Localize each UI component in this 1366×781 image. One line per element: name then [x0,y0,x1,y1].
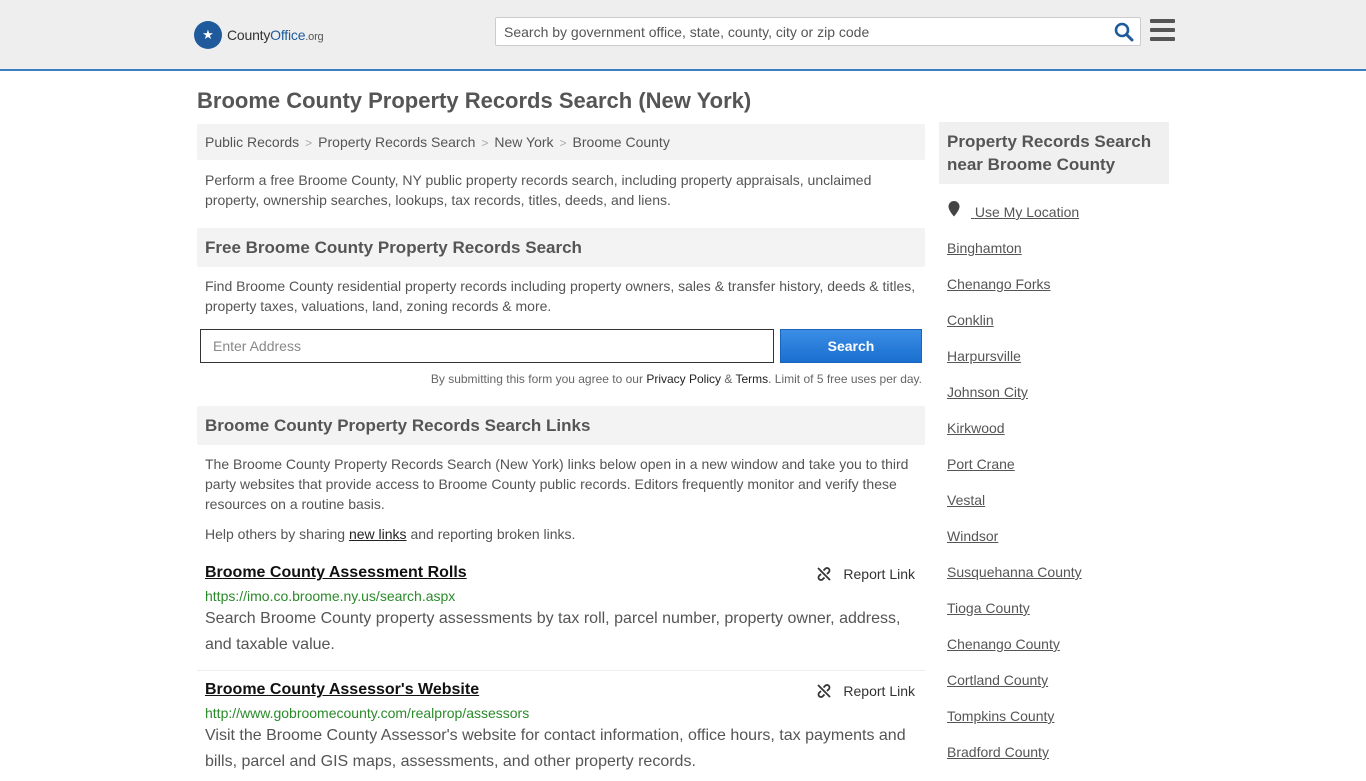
share-suffix: and reporting broken links. [406,526,576,542]
report-link-button[interactable]: Report Link [816,683,915,699]
list-item: Broome County Assessor's Website http://… [197,681,925,781]
link-title[interactable]: Broome County Assessment Rolls [205,564,467,581]
logo-wordmark: CountyOffice.org [227,27,324,43]
sidebar-item-vestal[interactable]: Vestal [947,488,1169,524]
hamburger-menu-icon[interactable] [1150,19,1175,41]
free-search-description: Find Broome County residential property … [205,278,916,314]
terms-suffix: . Limit of 5 free uses per day. [768,372,922,386]
breadcrumb-property-records-search[interactable]: Property Records Search [318,134,475,150]
sidebar-item-tompkins-county[interactable]: Tompkins County [947,704,1169,740]
breadcrumb-public-records[interactable]: Public Records [205,134,299,150]
link-url: http://www.gobroomecounty.com/realprop/a… [205,705,530,721]
share-text: Help others by sharing new links and rep… [197,524,925,544]
terms-amp: & [721,372,736,386]
sidebar-item-harpursville[interactable]: Harpursville [947,344,1169,380]
sidebar-item-johnson-city[interactable]: Johnson City [947,380,1169,416]
use-my-location-link[interactable]: Use My Location [947,200,1169,236]
links-section: Broome County Property Records Search Li… [197,406,925,781]
breadcrumb-separator-icon: > [559,136,567,150]
new-links-link[interactable]: new links [349,526,407,542]
site-logo[interactable]: ★ CountyOffice.org [194,20,324,50]
broken-link-icon [817,684,832,698]
sidebar-item-chenango-county[interactable]: Chenango County [947,632,1169,668]
use-my-location-label: Use My Location [974,204,1080,220]
eagle-seal-icon: ★ [194,21,222,49]
link-description: Visit the Broome County Assessor's websi… [205,727,906,770]
terms-notice: By submitting this form you agree to our… [197,372,925,386]
breadcrumb-separator-icon: > [305,136,313,150]
free-search-heading: Free Broome County Property Records Sear… [197,228,925,267]
links-description: The Broome County Property Records Searc… [205,456,909,512]
sidebar-item-chenango-forks[interactable]: Chenango Forks [947,272,1169,308]
sidebar-heading: Property Records Search near Broome Coun… [939,122,1169,184]
link-url: https://imo.co.broome.ny.us/search.aspx [205,588,456,604]
report-link-label: Report Link [843,566,915,582]
broken-link-icon [817,567,832,581]
search-icon[interactable] [1114,22,1134,42]
list-item: Broome County Assessment Rolls https://i… [197,564,925,671]
privacy-policy-link[interactable]: Privacy Policy [646,372,721,386]
address-search-button[interactable]: Search [780,329,922,363]
breadcrumb: Public Records > Property Records Search > N… [197,124,925,160]
breadcrumb-new-york[interactable]: New York [494,134,553,150]
sidebar: Property Records Search near Broome Coun… [939,122,1169,776]
site-search-box [495,17,1141,46]
link-description: Search Broome County property assessment… [205,610,901,653]
address-input[interactable] [200,329,774,363]
address-search-form: Search [197,329,925,373]
sidebar-item-port-crane[interactable]: Port Crane [947,452,1169,488]
breadcrumb-current: Broome County [572,134,670,150]
sidebar-item-cortland-county[interactable]: Cortland County [947,668,1169,704]
nearby-places-list: Use My Location Binghamton Chenango Fork… [939,200,1169,776]
sidebar-item-bradford-county[interactable]: Bradford County [947,740,1169,776]
breadcrumb-separator-icon: > [481,136,489,150]
top-navigation-bar: ★ CountyOffice.org [0,0,1366,71]
terms-prefix: By submitting this form you agree to our [430,372,647,386]
links-heading: Broome County Property Records Search Li… [197,406,925,445]
terms-link[interactable]: Terms [735,372,768,386]
share-prefix: Help others by sharing [205,526,349,542]
report-link-label: Report Link [843,683,915,699]
sidebar-item-tioga-county[interactable]: Tioga County [947,596,1169,632]
sidebar-item-binghamton[interactable]: Binghamton [947,236,1169,272]
link-title[interactable]: Broome County Assessor's Website [205,681,479,698]
intro-text: Perform a free Broome County, NY public … [205,172,872,208]
sidebar-item-kirkwood[interactable]: Kirkwood [947,416,1169,452]
site-search-input[interactable] [496,18,1106,45]
main-content: Public Records > Property Records Search > N… [197,124,925,781]
report-link-button[interactable]: Report Link [816,566,915,582]
sidebar-item-conklin[interactable]: Conklin [947,308,1169,344]
sidebar-item-susquehanna-county[interactable]: Susquehanna County [947,560,1169,596]
page-title: Broome County Property Records Search (N… [197,88,752,113]
map-pin-icon [948,201,960,217]
sidebar-item-windsor[interactable]: Windsor [947,524,1169,560]
